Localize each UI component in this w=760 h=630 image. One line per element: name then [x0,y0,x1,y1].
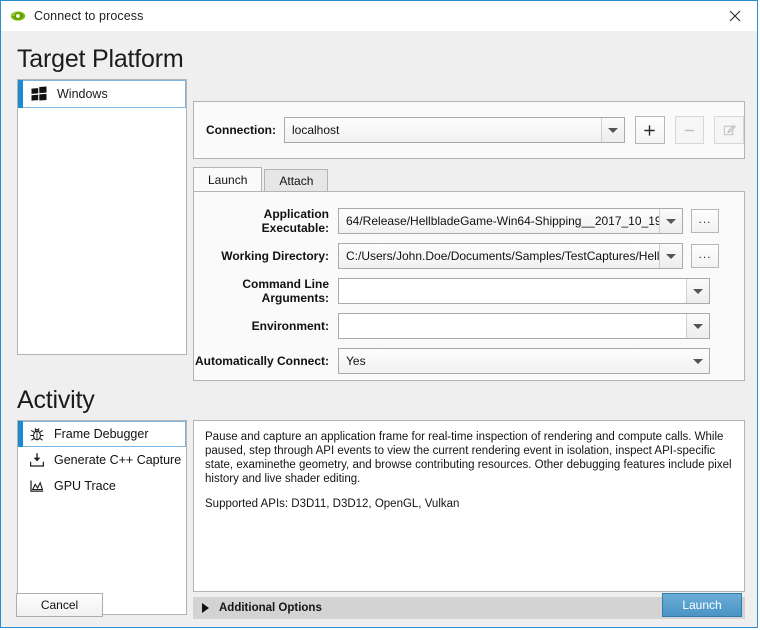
chevron-down-icon[interactable] [659,209,682,233]
chart-graph-icon [28,477,46,495]
application-executable-combobox[interactable]: 64/Release/HellbladeGame-Win64-Shipping_… [338,208,683,234]
working-directory-combobox[interactable]: C:/Users/John.Doe/Documents/Samples/Test… [338,243,683,269]
platform-item-windows[interactable]: Windows [18,80,186,108]
chevron-down-icon[interactable] [687,349,709,373]
tab-launch[interactable]: Launch [193,167,262,191]
cancel-button[interactable]: Cancel [16,593,103,617]
browse-working-directory-button[interactable]: ... [691,244,719,268]
launch-button[interactable]: Launch [662,593,742,617]
nvidia-eye-icon [10,8,26,24]
connection-value: localhost [285,123,601,137]
form-row-application-executable: Application Executable: 64/Release/Hellb… [194,208,744,234]
close-icon[interactable] [712,1,757,30]
target-platform-heading: Target Platform [17,45,184,74]
form-row-environment: Environment: [194,313,744,339]
activity-item-label: GPU Trace [54,479,116,493]
automatically-connect-label: Automatically Connect: [194,354,338,368]
form-row-working-directory: Working Directory: C:/Users/John.Doe/Doc… [194,243,744,269]
browse-application-executable-button[interactable]: ... [691,209,719,233]
chevron-down-icon[interactable] [686,314,709,338]
command-line-arguments-combobox[interactable] [338,278,710,304]
tab-attach[interactable]: Attach [264,169,328,191]
activity-item-label: Generate C++ Capture [54,453,181,467]
save-download-icon [28,451,46,469]
activity-item-generate-cpp-capture[interactable]: Generate C++ Capture [18,447,186,473]
activity-heading: Activity [17,386,95,415]
remove-connection-button[interactable] [675,116,705,144]
platform-item-label: Windows [57,87,108,101]
tab-strip: Launch Attach [193,169,745,191]
platform-list[interactable]: Windows [17,79,187,355]
window-title: Connect to process [34,9,144,23]
description-paragraph-1: Pause and capture an application frame f… [205,430,733,486]
working-directory-value: C:/Users/John.Doe/Documents/Samples/Test… [339,249,659,263]
connect-to-process-dialog: Connect to process Target Platform [0,0,758,628]
activity-description-panel: Pause and capture an application frame f… [193,420,745,592]
dialog-body: Target Platform Windows Connection: lo [1,31,757,627]
command-line-arguments-label: Command Line Arguments: [194,277,338,305]
activity-item-frame-debugger[interactable]: Frame Debugger [18,421,186,447]
form-row-command-line-arguments: Command Line Arguments: [194,278,744,304]
application-executable-label: Application Executable: [194,207,338,235]
connection-combobox[interactable]: localhost [284,117,625,143]
title-bar: Connect to process [1,1,757,31]
connection-panel: Connection: localhost [193,101,745,159]
chevron-down-icon[interactable] [686,279,709,303]
activity-item-gpu-trace[interactable]: GPU Trace [18,473,186,499]
automatically-connect-combobox[interactable]: Yes [338,348,710,374]
application-executable-value: 64/Release/HellbladeGame-Win64-Shipping_… [339,214,659,228]
form-row-automatically-connect: Automatically Connect: Yes [194,348,744,374]
environment-label: Environment: [194,319,338,333]
bug-icon [28,425,46,443]
automatically-connect-value: Yes [339,354,687,368]
working-directory-label: Working Directory: [194,249,338,263]
edit-connection-button[interactable] [714,116,744,144]
activity-item-label: Frame Debugger [54,427,149,441]
connection-label: Connection: [206,123,276,137]
add-connection-button[interactable] [635,116,665,144]
chevron-down-icon[interactable] [659,244,682,268]
dialog-footer: Cancel Launch [1,583,757,627]
chevron-down-icon[interactable] [601,118,624,142]
environment-combobox[interactable] [338,313,710,339]
launch-tab-panel: Application Executable: 64/Release/Hellb… [193,191,745,381]
windows-logo-icon [31,86,47,102]
description-paragraph-2: Supported APIs: D3D11, D3D12, OpenGL, Vu… [205,497,733,511]
